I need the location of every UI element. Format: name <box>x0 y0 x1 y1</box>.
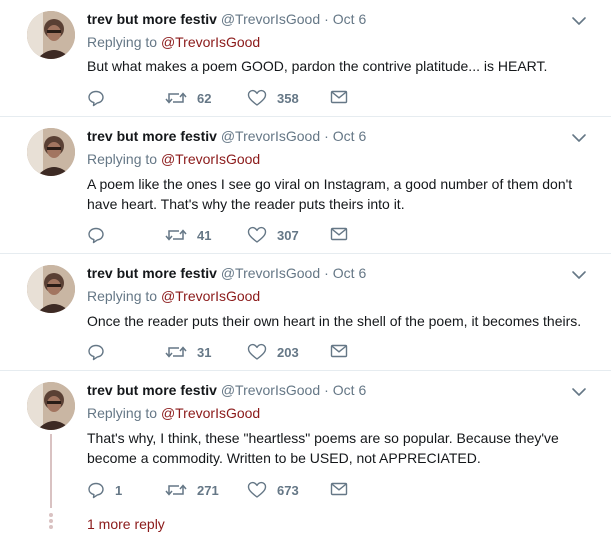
tweet-date[interactable]: Oct 6 <box>333 382 366 398</box>
reply-button[interactable]: 1 <box>87 481 122 499</box>
reply-icon <box>88 90 104 107</box>
reply-button[interactable] <box>87 343 115 361</box>
author-handle[interactable]: @TrevorIsGood <box>221 382 320 398</box>
author-name[interactable]: trev but more festiv <box>87 382 217 398</box>
tweet[interactable]: trev but more festiv @TrevorIsGood · Oct 6… <box>0 117 611 254</box>
heart-icon <box>247 481 267 498</box>
separator-dot: · <box>324 382 329 398</box>
tweet-text: But what makes a poem GOOD, pardon the c… <box>87 58 548 74</box>
separator-dot: · <box>324 128 329 144</box>
replying-to-label: Replying to <box>87 34 158 50</box>
chevron-down-icon[interactable] <box>571 130 587 146</box>
tweet-actions: 31 203 <box>87 343 387 363</box>
retweet-button[interactable]: 271 <box>165 481 219 499</box>
like-count: 673 <box>277 482 299 498</box>
separator-dot: · <box>324 11 329 27</box>
retweet-icon <box>165 92 187 104</box>
tweet[interactable]: trev but more festiv @TrevorIsGood · Oct 6… <box>0 0 611 117</box>
like-button[interactable]: 203 <box>247 343 299 361</box>
like-button[interactable]: 307 <box>247 226 299 244</box>
tweet-actions: 62 358 <box>87 89 387 109</box>
author-handle[interactable]: @TrevorIsGood <box>221 128 320 144</box>
retweet-count: 41 <box>197 227 212 243</box>
tweet-date[interactable]: Oct 6 <box>333 11 366 27</box>
reply-icon <box>88 344 104 361</box>
avatar-image <box>27 11 75 59</box>
retweet-icon <box>165 229 187 241</box>
retweet-icon <box>165 484 187 496</box>
chevron-down-icon[interactable] <box>571 267 587 283</box>
direct-message-button[interactable] <box>330 343 348 359</box>
direct-message-button[interactable] <box>330 89 348 105</box>
replying-to-link[interactable]: @TrevorIsGood <box>161 288 260 304</box>
direct-message-button[interactable] <box>330 226 348 242</box>
retweet-button[interactable]: 41 <box>165 226 211 244</box>
tweet[interactable]: trev but more festiv @TrevorIsGood · Oct 6… <box>0 371 611 539</box>
tweet-date[interactable]: Oct 6 <box>333 265 366 281</box>
envelope-icon <box>330 482 348 496</box>
reply-icon <box>88 482 104 499</box>
more-replies-link[interactable]: 1 more reply <box>87 516 165 532</box>
replying-to-label: Replying to <box>87 151 158 167</box>
tweet-date[interactable]: Oct 6 <box>333 128 366 144</box>
direct-message-button[interactable] <box>330 481 348 497</box>
tweet-actions: 41 307 <box>87 226 387 246</box>
author-handle[interactable]: @TrevorIsGood <box>221 265 320 281</box>
replying-to-link[interactable]: @TrevorIsGood <box>161 405 260 421</box>
like-count: 307 <box>277 227 299 243</box>
like-count: 203 <box>277 344 299 360</box>
retweet-icon <box>165 346 187 358</box>
tweet[interactable]: trev but more festiv @TrevorIsGood · Oct 6… <box>0 254 611 371</box>
heart-icon <box>247 226 267 243</box>
envelope-icon <box>330 90 348 104</box>
chevron-down-icon[interactable] <box>571 384 587 400</box>
replying-to-link[interactable]: @TrevorIsGood <box>161 34 260 50</box>
avatar[interactable] <box>27 382 75 430</box>
author-handle[interactable]: @TrevorIsGood <box>221 11 320 27</box>
author-name[interactable]: trev but more festiv <box>87 128 217 144</box>
avatar-image <box>27 128 75 176</box>
like-button[interactable]: 358 <box>247 89 299 107</box>
retweet-count: 271 <box>197 482 219 498</box>
retweet-count: 62 <box>197 90 212 106</box>
reply-count: 1 <box>115 482 123 498</box>
chevron-down-icon[interactable] <box>571 13 587 29</box>
tweet-text: A poem like the ones I see go viral on I… <box>87 176 573 212</box>
heart-icon <box>247 89 267 106</box>
like-button[interactable]: 673 <box>247 481 299 499</box>
avatar-image <box>27 382 75 430</box>
avatar-image <box>27 265 75 313</box>
separator-dot: · <box>324 265 329 281</box>
replying-to-link[interactable]: @TrevorIsGood <box>161 151 260 167</box>
like-count: 358 <box>277 90 299 106</box>
heart-icon <box>247 343 267 360</box>
retweet-count: 31 <box>197 344 212 360</box>
tweet-actions: 1 271 673 <box>87 481 387 501</box>
reply-button[interactable] <box>87 89 115 107</box>
thread-line <box>50 434 52 508</box>
tweet-text: Once the reader puts their own heart in … <box>87 313 582 329</box>
tweet-text: That's why, I think, these "heartless" p… <box>87 430 559 466</box>
author-name[interactable]: trev but more festiv <box>87 265 217 281</box>
avatar[interactable] <box>27 11 75 59</box>
reply-icon <box>88 227 104 244</box>
replying-to-label: Replying to <box>87 288 158 304</box>
envelope-icon <box>330 344 348 358</box>
retweet-button[interactable]: 62 <box>165 89 211 107</box>
avatar[interactable] <box>27 128 75 176</box>
retweet-button[interactable]: 31 <box>165 343 211 361</box>
avatar[interactable] <box>27 265 75 313</box>
envelope-icon <box>330 227 348 241</box>
replying-to-label: Replying to <box>87 405 158 421</box>
author-name[interactable]: trev but more festiv <box>87 11 217 27</box>
reply-button[interactable] <box>87 226 115 244</box>
thread-dots <box>49 513 53 531</box>
